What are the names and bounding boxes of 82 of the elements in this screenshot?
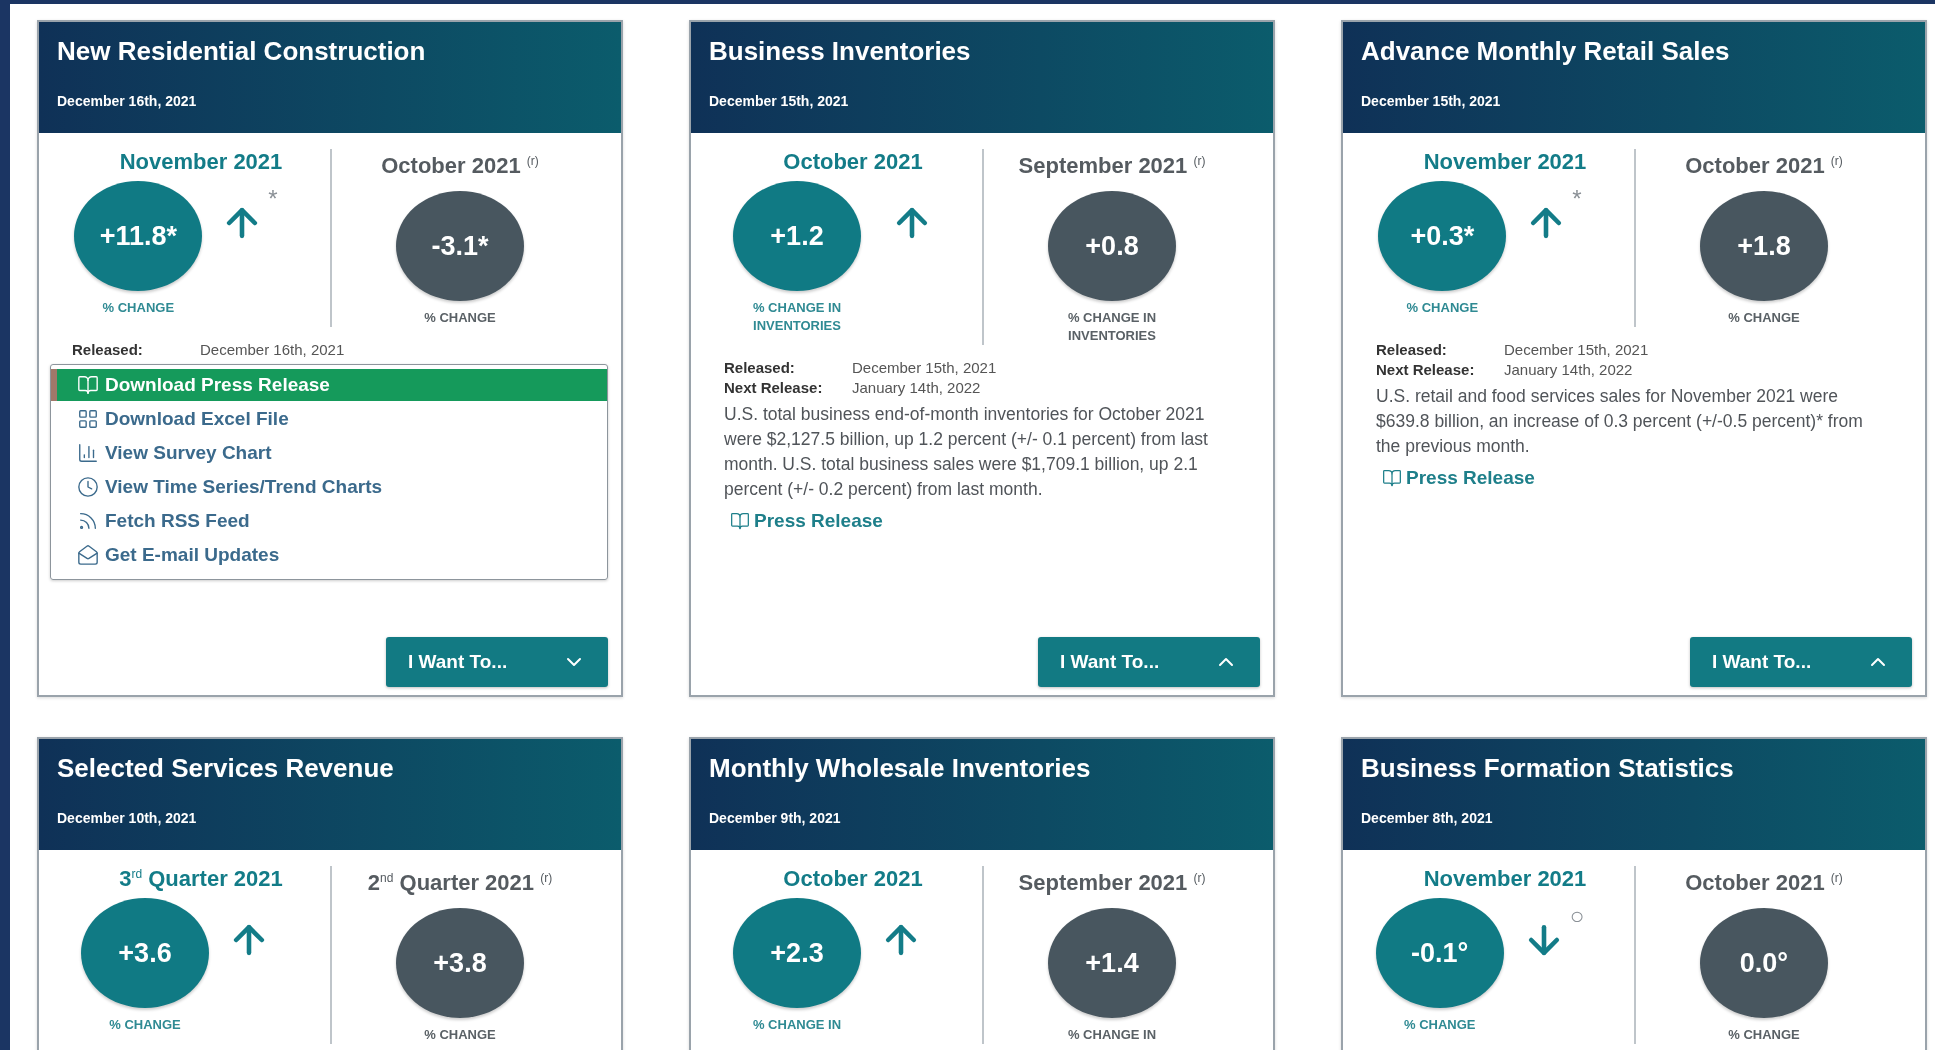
footnote-mark: * <box>1572 185 1582 213</box>
card-date: December 15th, 2021 <box>1361 93 1502 109</box>
previous-period: October 2021 $^{(r)}$ <box>381 153 539 179</box>
current-period: November 2021 <box>119 149 283 175</box>
card-date: December 10th, 2021 <box>57 810 198 826</box>
envelope-icon <box>77 544 99 566</box>
book-icon <box>77 374 99 396</box>
footnote-mark: * <box>268 185 278 213</box>
change-label: % CHANGE IN <box>752 1016 842 1034</box>
grid-icon <box>77 408 99 430</box>
card-title: Selected Services Revenue <box>57 753 395 784</box>
previous-value: +0.8 <box>1048 191 1176 301</box>
next-release-label: Next Release: <box>724 379 824 396</box>
previous-period: September 2021 $^{(r)}$ <box>1018 153 1206 179</box>
release-summary: U.S. retail and food services sales for November 2021 were $639.8 billion, an increase of 0.3 percent (+/-0.5 percent)* from the previous month. <box>1376 385 1864 458</box>
released-date: December 15th, 2021 <box>1504 341 1650 358</box>
current-value: +1.2 <box>733 181 861 291</box>
change-label: % CHANGE IN INVENTORIES <box>751 299 843 335</box>
current-value: +3.6 <box>81 898 209 1008</box>
released-date: December 15th, 2021 <box>852 359 998 376</box>
card-title: Business Inventories <box>709 36 972 67</box>
change-label: % CHANGE IN <box>1067 1026 1157 1044</box>
change-label: % CHANGE <box>109 1016 181 1034</box>
released-label: Released: <box>1376 341 1448 358</box>
card-date: December 16th, 2021 <box>57 93 198 109</box>
previous-value: 0.0° <box>1700 908 1828 1018</box>
current-value: +0.3* <box>1378 181 1507 291</box>
previous-period: 2$^{nd}$ Quarter 2021 $^{(r)}$ <box>367 870 553 896</box>
change-label: % CHANGE <box>424 1026 496 1044</box>
current-period: November 2021 <box>1423 866 1587 892</box>
change-label: % CHANGE <box>1406 299 1479 317</box>
previous-period: October 2021 $^{(r)}$ <box>1685 870 1843 896</box>
i-want-to-button[interactable]: I Want To... <box>386 637 608 687</box>
menu-item[interactable]: Fetch RSS Feed <box>51 505 607 537</box>
current-value: +11.8* <box>74 181 203 291</box>
next-release-label: Next Release: <box>1376 361 1476 378</box>
card-title: Advance Monthly Retail Sales <box>1361 36 1731 67</box>
press-release-link[interactable]: Press Release <box>1382 467 1535 489</box>
clock-icon <box>77 476 99 498</box>
card-date: December 15th, 2021 <box>709 93 850 109</box>
change-label: % CHANGE <box>102 299 175 317</box>
released-label: Released: <box>72 341 144 358</box>
previous-value: +3.8 <box>396 908 524 1018</box>
previous-period: September 2021 $^{(r)}$ <box>1018 870 1206 896</box>
release-summary: U.S. total business end-of-month inventories for October 2021 were $2,127.5 billion, up 1.2 percent (+/- 0.1 percent) from last month. U.S. total business sales were $1,709.1 billion, up 2.1 percent (+/- 0.2 percent) from last month. <box>724 403 1209 501</box>
change-label: % CHANGE <box>1728 1026 1800 1044</box>
previous-period: October 2021 $^{(r)}$ <box>1685 153 1843 179</box>
previous-value: +1.8 <box>1700 191 1828 301</box>
press-release-link[interactable]: Press Release <box>730 510 883 532</box>
menu-item[interactable]: View Survey Chart <box>51 437 607 469</box>
released-date: December 16th, 2021 <box>200 341 346 358</box>
previous-value: +1.4 <box>1048 908 1176 1018</box>
i-want-to-button[interactable]: I Want To... <box>1038 637 1260 687</box>
card-title: New Residential Construction <box>57 36 427 67</box>
change-label: % CHANGE <box>1404 1016 1476 1034</box>
book-icon <box>730 511 750 531</box>
rss-icon <box>77 510 99 532</box>
menu-item[interactable]: Get E-mail Updates <box>51 539 607 571</box>
change-label: % CHANGE <box>424 309 496 327</box>
footnote-mark: ○ <box>1569 902 1585 930</box>
previous-value: -3.1* <box>396 191 524 301</box>
book-icon <box>1382 468 1402 488</box>
card-title: Business Formation Statistics <box>1361 753 1735 784</box>
change-label: % CHANGE IN INVENTORIES <box>1066 309 1158 345</box>
next-release-date: January 14th, 2022 <box>1504 361 1634 378</box>
released-label: Released: <box>724 359 796 376</box>
card-title: Monthly Wholesale Inventories <box>709 753 1092 784</box>
i-want-to-button[interactable]: I Want To... <box>1690 637 1912 687</box>
current-period: November 2021 <box>1423 149 1587 175</box>
menu-item[interactable]: Download Press Release <box>51 369 607 401</box>
current-period: October 2021 <box>783 149 923 175</box>
change-label: % CHANGE <box>1728 309 1800 327</box>
card-date: December 9th, 2021 <box>709 810 842 826</box>
bar-chart-icon <box>77 442 99 464</box>
current-value: +2.3 <box>733 898 861 1008</box>
menu-item[interactable]: View Time Series/Trend Charts <box>51 471 607 503</box>
current-period: 3$^{rd}$ Quarter 2021 <box>119 866 283 892</box>
menu-item[interactable]: Download Excel File <box>51 403 607 435</box>
current-period: October 2021 <box>783 866 923 892</box>
next-release-date: January 14th, 2022 <box>852 379 982 396</box>
card-date: December 8th, 2021 <box>1361 810 1494 826</box>
current-value: -0.1° <box>1375 898 1504 1008</box>
